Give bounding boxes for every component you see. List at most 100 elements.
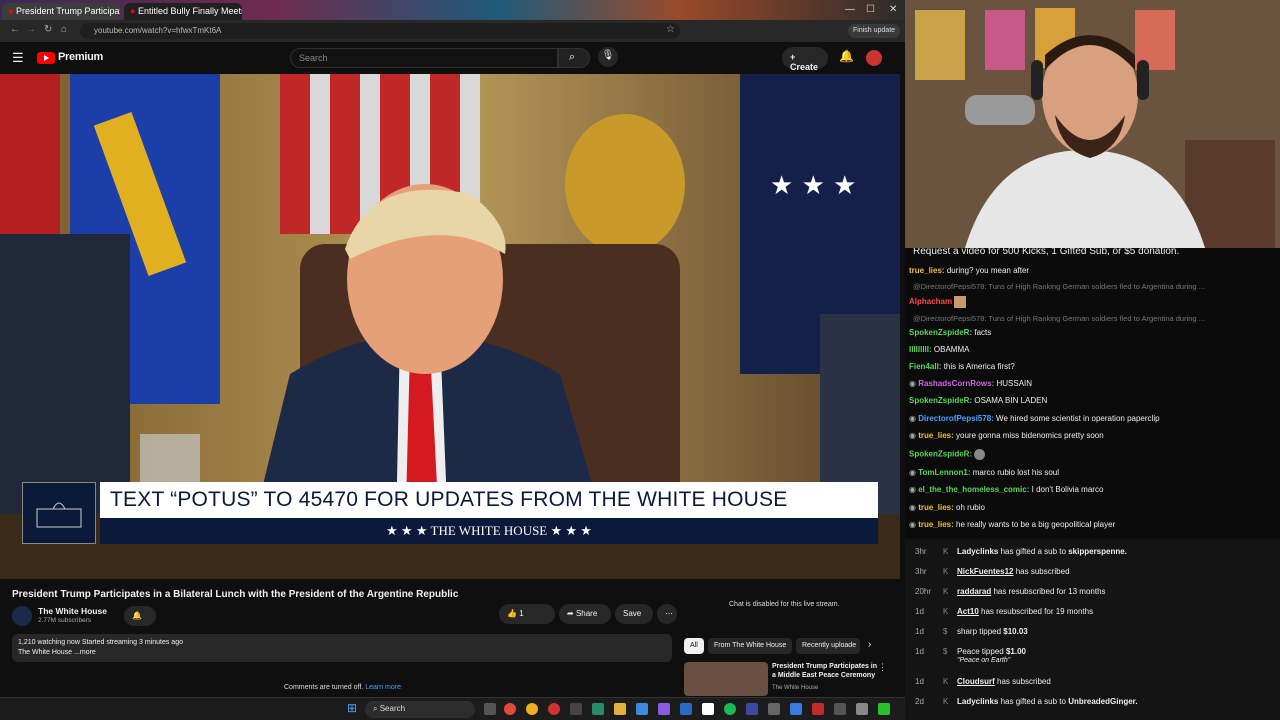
file-explorer-icon[interactable]: [614, 703, 626, 715]
app-icon[interactable]: [856, 703, 868, 715]
close-icon[interactable]: ✕: [889, 4, 897, 15]
event-user[interactable]: Act10: [957, 607, 979, 616]
more-actions-icon[interactable]: ⋯: [657, 604, 677, 624]
chat-username[interactable]: SpokenZspideR:: [909, 396, 972, 405]
discord-icon[interactable]: [658, 703, 670, 715]
learn-more-link[interactable]: Learn more: [365, 684, 401, 691]
create-button[interactable]: + Create: [782, 47, 828, 72]
chat-username[interactable]: SpokenZspideR:: [909, 328, 972, 337]
event-user[interactable]: raddarad: [957, 587, 991, 596]
event-user[interactable]: sharp: [957, 627, 977, 636]
chat-username[interactable]: true_lies:: [918, 431, 954, 440]
like-count: 1: [519, 609, 524, 618]
bookmark-star-icon[interactable]: ☆: [666, 24, 675, 35]
event-text: has subscribed: [997, 677, 1051, 686]
app-icon[interactable]: [746, 703, 758, 715]
chat-message: ◉ TomLennon1: marco rubio lost his soul: [909, 468, 1059, 477]
event-row: 20hr Kraddarad has resubscribed for 13 mo…: [915, 587, 1106, 607]
channel-avatar[interactable]: [12, 606, 32, 626]
app-icon[interactable]: [812, 703, 824, 715]
address-bar[interactable]: youtube.com/watch?v=hfwxTmKt6A: [80, 23, 680, 39]
chat-text: during? you mean after: [946, 266, 1030, 275]
chat-username[interactable]: true_lies:: [909, 266, 945, 275]
video-player[interactable]: ★ ★ ★ TEXT “POTUS” TO 45470 FOR UPDATES …: [0, 74, 900, 579]
chat-username[interactable]: true_lies:: [918, 520, 954, 529]
event-user[interactable]: Cloudsurf: [957, 677, 995, 686]
save-button[interactable]: Save: [615, 604, 653, 624]
back-icon[interactable]: ←: [10, 24, 20, 35]
filter-chip-recent[interactable]: Recently uploade: [796, 638, 860, 654]
taskbar-search[interactable]: ⌕ Search: [365, 701, 475, 718]
browser-tab[interactable]: ● Entitled Bully Finally Meets Ka: [124, 3, 242, 20]
chat-text: this is America first?: [943, 362, 1015, 371]
chat-username[interactable]: true_lies:: [918, 503, 954, 512]
filter-chip-all[interactable]: All: [684, 638, 704, 654]
windows-taskbar: ⊞ ⌕ Search: [0, 697, 905, 720]
forward-icon[interactable]: →: [26, 24, 36, 35]
comments-disabled-notice: Comments are turned off. Learn more: [284, 684, 401, 691]
avatar[interactable]: [866, 50, 882, 66]
chat-username[interactable]: Alphacham: [909, 297, 952, 306]
search-input[interactable]: Search: [290, 48, 558, 68]
app-icon[interactable]: [834, 703, 846, 715]
app-icon[interactable]: [636, 703, 648, 715]
app-icon[interactable]: [680, 703, 692, 715]
search-button[interactable]: ⌕: [558, 48, 590, 68]
chrome-icon[interactable]: [526, 703, 538, 715]
chat-message: ◉ el_the_the_homeless_comic: I don't Bol…: [909, 485, 1103, 494]
video-description[interactable]: 1,210 watching now Started streaming 3 m…: [12, 634, 672, 662]
event-user[interactable]: Peace: [957, 647, 980, 656]
app-icon[interactable]: [790, 703, 802, 715]
channel-name[interactable]: The White House: [38, 606, 107, 616]
minimize-icon[interactable]: —: [845, 4, 855, 15]
task-view-icon[interactable]: [484, 703, 496, 715]
recommended-video[interactable]: President Trump Participates in a Middle…: [684, 662, 894, 696]
browser-toolbar: ← → ↻ ⌂ youtube.com/watch?v=hfwxTmKt6A ☆…: [0, 20, 905, 42]
app-icon[interactable]: [548, 703, 560, 715]
menu-icon[interactable]: ☰: [12, 50, 24, 66]
bell-icon[interactable]: 🔔: [839, 49, 854, 63]
spotify-icon[interactable]: [724, 703, 736, 715]
maximize-icon[interactable]: ☐: [866, 4, 875, 15]
banner-headline: TEXT “POTUS” TO 45470 FOR UPDATES FROM T…: [100, 482, 878, 518]
like-button[interactable]: 👍 1: [499, 604, 555, 624]
chat-username[interactable]: SpokenZspideR:: [909, 450, 972, 459]
event-time: 1d: [915, 677, 924, 686]
notification-bell-button[interactable]: 🔔: [124, 606, 156, 626]
chat-message: ◉ true_lies: youre gonna miss bidenomics…: [909, 431, 1104, 440]
chevron-right-icon[interactable]: ›: [868, 639, 871, 650]
youtube-header: ☰ Premium Search ⌕ 🎙 + Create 🔔: [0, 42, 905, 74]
windows-start-icon[interactable]: ⊞: [347, 701, 357, 715]
finish-update-button[interactable]: Finish update: [848, 24, 901, 38]
app-icon[interactable]: [570, 703, 582, 715]
reload-icon[interactable]: ↻: [44, 24, 52, 35]
app-icon[interactable]: [592, 703, 604, 715]
browser-tab-active[interactable]: ● President Trump Participat: [2, 3, 120, 20]
event-user[interactable]: Ladyclinks: [957, 697, 998, 706]
event-user[interactable]: NickFuentes12: [957, 567, 1013, 576]
youtube-logo-icon[interactable]: [37, 52, 55, 64]
event-user[interactable]: Ladyclinks: [957, 547, 998, 556]
filter-chip-channel[interactable]: From The White House: [708, 638, 792, 654]
youtube-logo-text[interactable]: Premium: [58, 51, 103, 63]
event-note: "Peace on Earth": [957, 657, 1011, 664]
more-vert-icon[interactable]: ⋮: [878, 662, 887, 673]
chat-username[interactable]: TomLennon1:: [918, 468, 970, 477]
chat-username[interactable]: lllllllll:: [909, 345, 932, 354]
comments-off-text: Comments are turned off.: [284, 684, 364, 691]
app-icon[interactable]: [702, 703, 714, 715]
recommended-thumbnail[interactable]: [684, 662, 768, 696]
app-icon[interactable]: [768, 703, 780, 715]
chat-username[interactable]: el_the_the_homeless_comic:: [918, 485, 1029, 494]
microphone-icon[interactable]: 🎙: [598, 47, 618, 67]
chat-username[interactable]: Fien4all:: [909, 362, 941, 371]
chat-username[interactable]: RashadsCornRows:: [918, 379, 994, 388]
taskbar-search-label: Search: [379, 704, 406, 713]
app-icon[interactable]: [504, 703, 516, 715]
chat-message: ◉ true_lies: he really wants to be a big…: [909, 520, 1115, 529]
home-icon[interactable]: ⌂: [61, 24, 67, 35]
app-icon[interactable]: [878, 703, 890, 715]
share-button[interactable]: ➦ Share: [559, 604, 611, 624]
description-stats: 1,210 watching now Started streaming 3 m…: [18, 639, 183, 646]
chat-username[interactable]: DirectorofPepsi578:: [918, 414, 994, 423]
